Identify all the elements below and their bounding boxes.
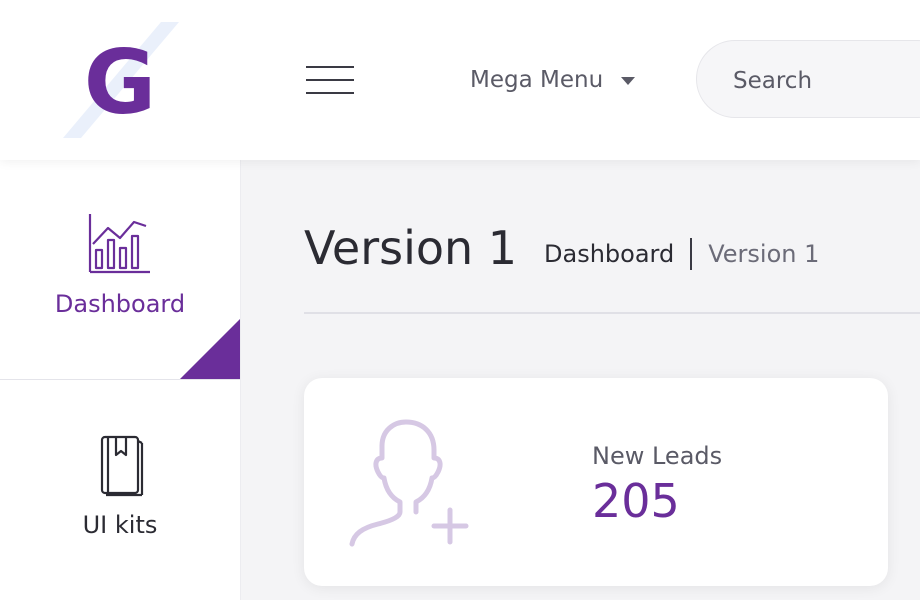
book-icon: [100, 435, 144, 497]
card-label: New Leads: [592, 442, 723, 470]
logo-icon: G: [63, 22, 179, 138]
breadcrumb-separator: [690, 238, 693, 270]
search-input[interactable]: [731, 63, 920, 99]
breadcrumb: Dashboard Version 1: [544, 236, 819, 272]
logo-letter: G: [84, 31, 156, 134]
breadcrumb-item-dashboard[interactable]: Dashboard: [544, 240, 674, 268]
logo[interactable]: G: [55, 20, 185, 140]
sidebar-item-label: UI kits: [82, 511, 158, 539]
sidebar-item-label: Dashboard: [54, 290, 186, 318]
sidebar-item-ui-kits[interactable]: UI kits: [0, 381, 240, 600]
sidebar-item-dashboard[interactable]: Dashboard: [0, 160, 240, 380]
card-value: 205: [592, 474, 680, 528]
hamburger-menu-button[interactable]: [306, 64, 354, 96]
hamburger-line: [306, 66, 354, 68]
active-indicator: [180, 319, 240, 379]
hamburger-line: [306, 79, 354, 81]
mega-menu-dropdown[interactable]: Mega Menu: [470, 62, 636, 98]
mega-menu-label: Mega Menu: [470, 67, 604, 93]
breadcrumb-item-current: Version 1: [708, 240, 820, 268]
hamburger-line: [306, 92, 354, 94]
top-header: G Mega Menu: [0, 0, 920, 160]
page-title: Version 1: [304, 221, 518, 275]
caret-down-icon: [621, 77, 636, 85]
search-box[interactable]: [696, 40, 920, 118]
bar-chart-icon: [88, 214, 150, 274]
new-leads-card: New Leads 205: [304, 378, 888, 586]
title-divider: [304, 312, 920, 314]
add-user-icon: [349, 419, 469, 547]
sidebar: Dashboard UI kits: [0, 160, 241, 600]
